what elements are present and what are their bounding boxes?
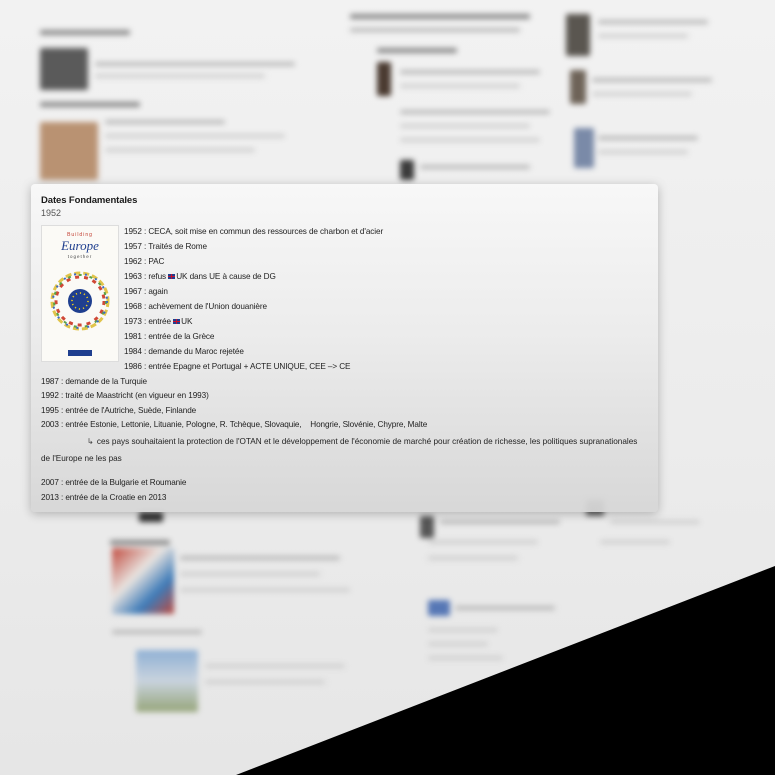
poster-bottom-text: together bbox=[68, 254, 93, 259]
bg-text bbox=[428, 656, 503, 660]
bg-text bbox=[105, 120, 225, 124]
date-entry: 1957 : Traités de Rome bbox=[124, 242, 207, 251]
date-entry: 1973 : entrée UK bbox=[124, 317, 192, 326]
date-entry: 1967 : again bbox=[124, 287, 168, 296]
entry-text: 1973 : entrée bbox=[124, 317, 174, 326]
date-entry: 1986 : entrée Epagne et Portugal + ACTE … bbox=[124, 362, 351, 371]
eu-stars-circle-icon bbox=[68, 289, 92, 313]
bg-heading bbox=[40, 30, 130, 35]
bg-text bbox=[400, 84, 520, 88]
thumbnail-9 bbox=[428, 600, 450, 616]
bg-text bbox=[400, 70, 540, 74]
bg-text bbox=[350, 28, 520, 32]
bg-text bbox=[610, 520, 700, 524]
thumbnail-1 bbox=[40, 48, 88, 90]
thumbnail-12 bbox=[574, 128, 594, 168]
bg-text bbox=[428, 540, 538, 544]
bg-text bbox=[600, 540, 670, 544]
bg-text bbox=[598, 136, 698, 140]
bg-text bbox=[428, 628, 498, 632]
thumbnail-7 bbox=[400, 160, 414, 180]
bg-text bbox=[428, 556, 518, 560]
bg-text bbox=[455, 606, 555, 610]
date-entry: 1981 : entrée de la Grèce bbox=[124, 332, 215, 341]
entry-text: UK dans UE à cause de DG bbox=[176, 272, 276, 281]
bg-heading bbox=[40, 102, 140, 107]
card-title: Dates Fondamentales bbox=[41, 195, 138, 206]
date-entry: 1987 : demande de la Turquie bbox=[41, 377, 147, 386]
thumbnail-8 bbox=[420, 516, 434, 538]
date-entry: 1992 : traité de Maastricht (en vigueur … bbox=[41, 391, 209, 400]
thumbnail-4 bbox=[136, 650, 198, 712]
date-entry: 1962 : PAC bbox=[124, 257, 165, 266]
bg-text bbox=[180, 556, 340, 560]
card-subtitle: 1952 bbox=[41, 208, 62, 218]
bg-text bbox=[180, 588, 350, 592]
bg-text bbox=[598, 34, 688, 38]
bg-heading bbox=[377, 48, 457, 53]
bg-text bbox=[205, 680, 325, 684]
uk-flag-icon bbox=[173, 319, 181, 324]
thumbnail-5 bbox=[139, 512, 163, 522]
thumbnail-6 bbox=[377, 62, 391, 96]
bg-heading bbox=[350, 14, 530, 19]
bg-text bbox=[400, 124, 530, 128]
bg-text bbox=[112, 630, 202, 634]
date-entry: 1952 : CECA, soit mise en commun des res… bbox=[124, 227, 384, 236]
date-entry: 1968 : achèvement de l'Union douanière bbox=[124, 302, 267, 311]
dates-card[interactable]: Dates Fondamentales 1952 Building Europe… bbox=[31, 184, 658, 512]
bg-text bbox=[180, 572, 320, 576]
date-entry: 1963 : refus UK dans UE à cause de DG bbox=[124, 272, 276, 281]
poster-graphic: Building Europe together bbox=[50, 232, 110, 356]
eu-flag-icon bbox=[68, 350, 92, 356]
date-entry: 2003 : entrée Estonie, Lettonie, Lituani… bbox=[41, 420, 428, 429]
bg-heading bbox=[110, 540, 170, 545]
date-entry: 2013 : entrée de la Croatie en 2013 bbox=[41, 493, 167, 502]
bg-text bbox=[400, 138, 540, 142]
poster-title: Europe bbox=[60, 238, 99, 253]
thumbnail-11 bbox=[570, 70, 586, 104]
screen: Dates Fondamentales 1952 Building Europe… bbox=[0, 0, 775, 775]
bg-text bbox=[105, 148, 255, 152]
return-arrow-icon: ↳ bbox=[87, 437, 94, 446]
bg-text bbox=[440, 520, 560, 524]
entry-text: UK bbox=[181, 317, 193, 326]
note-text: ces pays souhaitaient la protection de l… bbox=[41, 437, 638, 463]
bg-text bbox=[105, 134, 285, 138]
bg-text bbox=[598, 150, 688, 154]
bg-text bbox=[205, 664, 345, 668]
bg-text bbox=[400, 110, 550, 114]
bg-text bbox=[95, 62, 295, 66]
uk-flag-icon bbox=[168, 274, 176, 279]
thumbnail-10 bbox=[566, 14, 590, 56]
building-europe-poster: Building Europe together bbox=[41, 225, 119, 362]
bg-text bbox=[95, 74, 265, 78]
bg-text bbox=[592, 78, 712, 82]
date-entry: 2007 : entrée de la Bulgarie et Roumanie bbox=[41, 478, 187, 487]
bg-text bbox=[592, 92, 692, 96]
note-paragraph: ↳ ces pays souhaitaient la protection de … bbox=[41, 433, 641, 467]
entry-text: 1963 : refus bbox=[124, 272, 169, 281]
thumbnail-3 bbox=[112, 548, 174, 614]
date-entry: 1984 : demande du Maroc rejetée bbox=[124, 347, 244, 356]
thumbnail-2 bbox=[40, 122, 98, 180]
bg-text bbox=[428, 642, 488, 646]
date-entry: 1995 : entrée de l'Autriche, Suède, Finl… bbox=[41, 406, 197, 415]
bg-text bbox=[598, 20, 708, 24]
bg-text bbox=[420, 165, 530, 169]
